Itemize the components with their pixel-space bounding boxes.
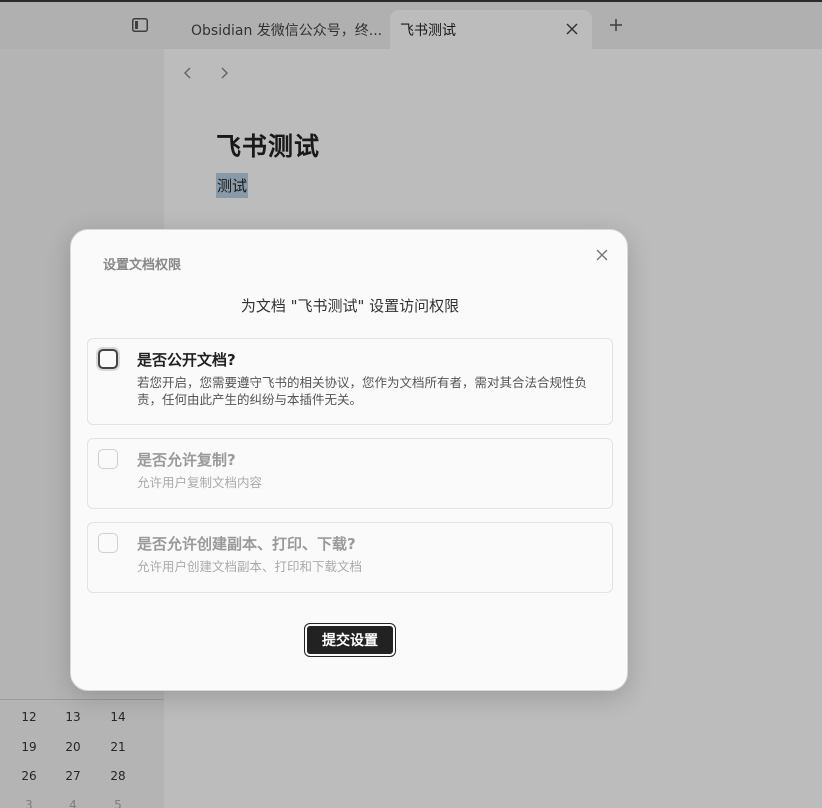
option-label: 是否允许复制? bbox=[137, 451, 236, 469]
option-allow-duplicate-print-download: 是否允许创建副本、打印、下载? 允许用户创建文档副本、打印和下载文档 bbox=[87, 522, 613, 593]
public-document-checkbox[interactable] bbox=[98, 349, 118, 369]
option-description: 允许用户创建文档副本、打印和下载文档 bbox=[137, 559, 363, 574]
option-label: 是否公开文档? bbox=[137, 351, 236, 369]
option-allow-copy: 是否允许复制? 允许用户复制文档内容 bbox=[87, 438, 613, 509]
option-label: 是否允许创建副本、打印、下载? bbox=[137, 535, 356, 553]
option-description: 允许用户复制文档内容 bbox=[137, 475, 263, 490]
option-public-document: 是否公开文档? 若您开启，您需要遵守飞书的相关协议，您作为文档所有者，需对其合法… bbox=[87, 338, 613, 425]
option-description: 若您开启，您需要遵守飞书的相关协议，您作为文档所有者，需对其合法合规性负责，任何… bbox=[137, 375, 588, 407]
allow-copy-checkbox[interactable] bbox=[98, 449, 118, 469]
permission-dialog: 设置文档权限 为文档 "飞书测试" 设置访问权限 是否公开文档? 若您开启，您需… bbox=[70, 229, 628, 691]
allow-duplicate-print-download-checkbox[interactable] bbox=[98, 533, 118, 553]
dialog-title: 设置文档权限 bbox=[103, 258, 182, 273]
close-icon[interactable] bbox=[591, 244, 613, 266]
submit-settings-button[interactable]: 提交设置 bbox=[304, 623, 396, 657]
dialog-subtitle: 为文档 "飞书测试" 设置访问权限 bbox=[240, 297, 460, 315]
